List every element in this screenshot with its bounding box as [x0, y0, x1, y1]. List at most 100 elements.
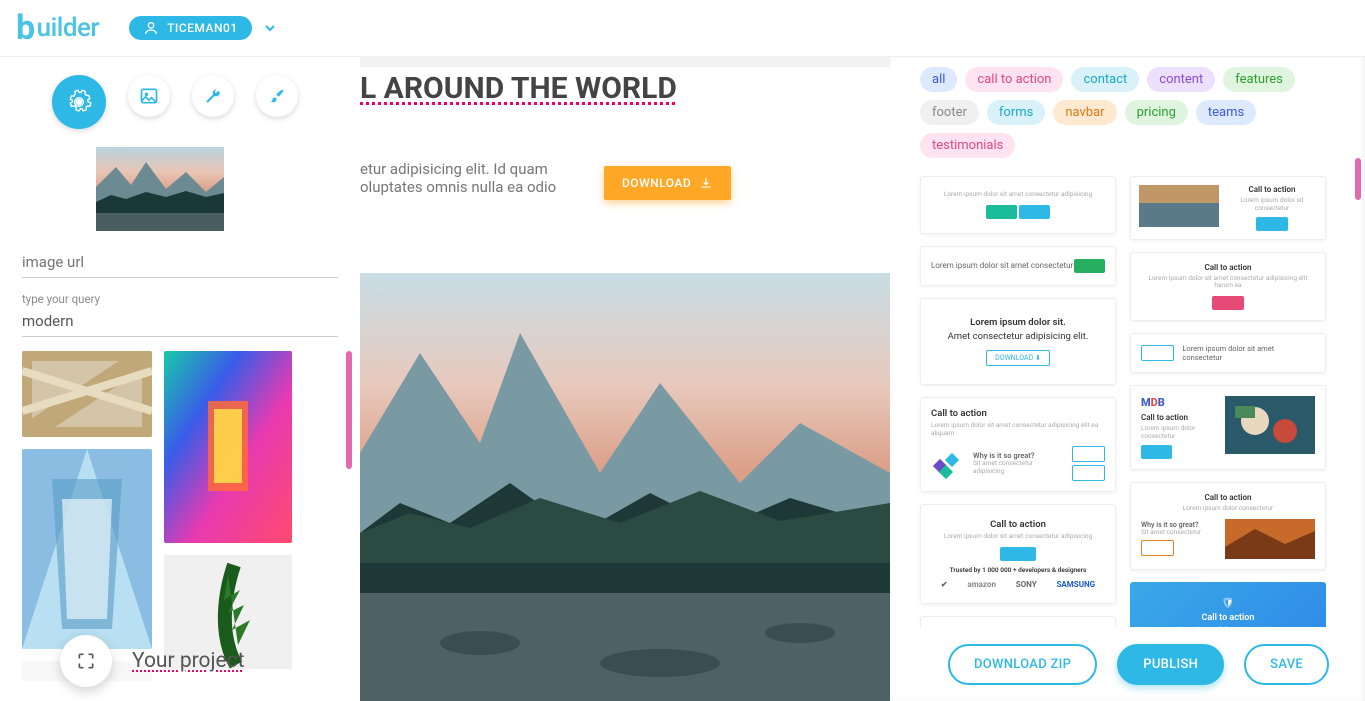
card-heading: Call to action [1145, 263, 1311, 272]
expand-icon [76, 651, 96, 671]
card-heading: Call to action [1141, 413, 1217, 422]
brush-tool[interactable] [256, 75, 298, 117]
card-pill: ⠀⠀⠀ [1019, 205, 1050, 219]
component-column: Call to action Lorem ipsum dolor sit cons… [1130, 176, 1326, 627]
card-illustration [931, 445, 967, 481]
card-text: Lorem ipsum dolor sit consectetur [1146, 626, 1310, 627]
card-subheading: Amet consectetur adipisicing elit. [941, 331, 1095, 342]
component-card[interactable]: Call to action Lorem ipsum dolor sit ame… [1130, 252, 1326, 322]
image-url-input[interactable] [22, 249, 338, 278]
component-card[interactable]: Call to action Lorem ipsum dolor sit ame… [920, 397, 1116, 493]
card-pill: ⠀⠀⠀ [1256, 217, 1287, 231]
card-illustration [1225, 519, 1315, 559]
gallery-thumb[interactable] [22, 351, 152, 437]
component-card[interactable]: Call to actionLorem ipsum dolor sit cons… [1130, 176, 1326, 240]
tag-testimonials[interactable]: testimonials [920, 133, 1015, 158]
card-heading: Call to action [1141, 493, 1315, 502]
tag-contact[interactable]: contact [1071, 67, 1139, 92]
user-menu-toggle[interactable] [262, 20, 278, 36]
component-column: Lorem ipsum dolor sit amet consectetur a… [920, 176, 1116, 627]
card-illustration [1139, 185, 1219, 227]
brush-icon [268, 87, 286, 105]
tool-row [22, 75, 338, 129]
component-card[interactable]: Lorem ipsum dolor sit amet consectetur a… [920, 176, 1116, 234]
tag-navbar[interactable]: navbar [1053, 100, 1116, 125]
wrench-tool[interactable] [192, 75, 234, 117]
tag-content[interactable]: content [1147, 67, 1215, 92]
card-heading: Call to action [931, 408, 1105, 419]
download-zip-button[interactable]: DOWNLOAD ZIP [948, 644, 1097, 685]
components-panel: all call to action contact content featu… [890, 57, 1365, 701]
tag-call-to-action[interactable]: call to action [965, 67, 1063, 92]
tag-footer[interactable]: footer [920, 100, 979, 125]
user-name: TICEMAN01 [167, 21, 238, 35]
card-pill: ⠀⠀⠀ [1072, 446, 1105, 462]
image-url-field [22, 249, 338, 278]
action-row: DOWNLOAD ZIP PUBLISH SAVE [912, 627, 1365, 701]
selected-image-preview [96, 147, 224, 231]
canvas[interactable]: L AROUND THE WORLD etur adipisicing elit… [360, 57, 890, 701]
save-button[interactable]: SAVE [1244, 644, 1329, 685]
component-list[interactable]: Lorem ipsum dolor sit amet consectetur a… [912, 158, 1365, 627]
component-card[interactable]: Call to action Lorem ipsum dolor sit ame… [920, 504, 1116, 604]
hero-subtext[interactable]: etur adipisicing elit. Id quam oluptates… [360, 106, 560, 196]
hero-image[interactable] [360, 273, 890, 701]
user-chip[interactable]: TICEMAN01 [129, 16, 252, 40]
filter-tags: all call to action contact content featu… [912, 57, 1365, 158]
image-tool[interactable] [128, 75, 170, 117]
card-heading: Call to action [1146, 613, 1310, 623]
tag-features[interactable]: features [1223, 67, 1295, 92]
card-pill: ⠀⠀⠀ [1212, 296, 1243, 310]
logo-text: uilder [37, 13, 99, 43]
tag-forms[interactable]: forms [987, 100, 1045, 125]
expand-fab[interactable] [60, 635, 112, 687]
download-button[interactable]: DOWNLOAD [604, 166, 731, 200]
component-card[interactable]: ⠀⠀⠀ Lorem ipsum dolor sit amet consectet… [1130, 333, 1326, 373]
component-card[interactable]: Lorem ipsum dolor sit amet consectetur ⠀… [920, 246, 1116, 286]
inspector-panel: type your query Your project [0, 57, 360, 701]
card-text: Lorem ipsum dolor sit amet consectetur a… [931, 422, 1105, 438]
gallery-thumb[interactable] [164, 351, 292, 543]
card-text: Sit amet consectetur [1141, 529, 1219, 537]
component-card[interactable]: MDB Call to action Lorem ipsum dolor con… [1130, 385, 1326, 470]
wrench-icon [204, 87, 222, 105]
project-title: Your project [132, 649, 245, 673]
card-pill: ⠀⠀⠀ [1141, 540, 1174, 556]
component-card[interactable]: Call to action Lorem ipsum dolor consecte… [1130, 482, 1326, 570]
gallery-scrollbar[interactable] [346, 351, 352, 469]
tag-teams[interactable]: teams [1196, 100, 1256, 125]
card-text: Lorem ipsum dolor sit consectetur [1227, 197, 1317, 213]
tag-all[interactable]: all [920, 67, 957, 92]
card-text: Lorem ipsum dolor sit amet consectetur a… [931, 533, 1105, 541]
publish-button[interactable]: PUBLISH [1117, 644, 1224, 685]
card-pill: ⠀⠀⠀ [1141, 345, 1174, 361]
card-pill: ⠀⠀⠀ [1141, 445, 1172, 459]
card-illustration [1225, 396, 1315, 454]
card-pill: ⠀⠀⠀ [1072, 465, 1105, 481]
hero-headline[interactable]: L AROUND THE WORLD [360, 67, 890, 106]
card-pill: DOWNLOAD ⬇ [986, 350, 1050, 366]
card-pill: ⠀⠀⠀⠀ [1000, 547, 1037, 561]
card-text: Lorem ipsum dolor sit amet consectetur [1182, 344, 1315, 362]
card-text: Lorem ipsum dolor sit amet consectetur a… [941, 191, 1095, 199]
gallery-thumb[interactable] [22, 449, 152, 649]
chevron-down-icon [262, 20, 278, 36]
logo-mark: b [16, 8, 35, 48]
logo: b uilder [16, 8, 99, 48]
component-card[interactable]: Lorem ipsum dolor sit. Amet consectetur … [920, 298, 1116, 385]
page-preview: L AROUND THE WORLD etur adipisicing elit… [360, 67, 890, 701]
query-input[interactable] [22, 308, 338, 337]
image-icon [139, 86, 159, 106]
card-text: Trusted by 1 000 000 + developers & desi… [931, 567, 1105, 575]
card-heading: Lorem ipsum dolor sit. [941, 317, 1095, 328]
settings-tool[interactable] [52, 75, 106, 129]
top-bar: b uilder TICEMAN01 [0, 0, 1365, 57]
download-button-label: DOWNLOAD [622, 176, 691, 190]
card-text: Lorem ipsum dolor consectetur [1141, 505, 1315, 513]
component-scrollbar[interactable] [1355, 158, 1361, 200]
component-card[interactable]: 🛡 Call to action Lorem ipsum dolor sit c… [1130, 582, 1326, 627]
user-icon [143, 20, 159, 36]
component-card[interactable]: Why is it so great?Lorem ipsum dolor sit… [920, 616, 1116, 627]
tag-pricing[interactable]: pricing [1125, 100, 1188, 125]
query-label: type your query [22, 292, 338, 306]
